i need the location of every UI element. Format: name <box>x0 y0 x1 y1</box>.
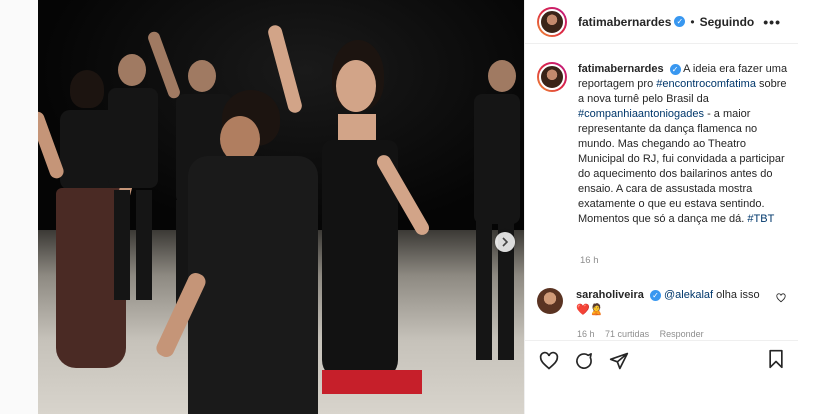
caption-avatar[interactable] <box>537 62 567 92</box>
page-margin-right <box>798 0 828 414</box>
header-username[interactable]: fatimabernardes <box>578 15 671 29</box>
hashtag-link[interactable]: #companhiaantoniogades <box>578 108 704 120</box>
post-side-panel: fatimabernardes ✓ • Seguindo ••• fatimab… <box>524 0 799 414</box>
comment-likes[interactable]: 71 curtidas <box>605 329 649 339</box>
comment-username[interactable]: saraholiveira <box>576 289 644 301</box>
verified-badge-icon: ✓ <box>649 289 661 301</box>
comment-avatar[interactable] <box>537 288 563 314</box>
header-avatar[interactable] <box>537 6 567 37</box>
comment-emoji: ❤️🙎 <box>576 304 604 316</box>
chevron-right-icon <box>502 237 509 247</box>
share-icon[interactable] <box>607 349 631 373</box>
comment-mention[interactable]: @alekalaf <box>664 289 713 301</box>
bookmark-icon[interactable] <box>766 348 786 375</box>
hashtag-link[interactable]: #encontrocomfatima <box>656 78 756 90</box>
comment-time[interactable]: 16 h <box>577 329 595 339</box>
heart-icon[interactable] <box>537 349 561 373</box>
dancer-right <box>458 40 524 370</box>
reply-button[interactable]: Responder <box>660 329 704 339</box>
dancer-center-woman <box>266 23 432 414</box>
caption-timestamp[interactable]: 16 h <box>580 255 599 266</box>
verified-badge-icon: ✓ <box>674 16 686 27</box>
caption-username[interactable]: fatimabernardes <box>578 63 664 75</box>
comment-item: saraholiveira ✓ @alekalaf olha isso ❤️🙎 <box>537 288 799 318</box>
post-caption: fatimabernardes ✓ A ideia era fazer uma … <box>537 62 793 227</box>
action-bar <box>525 340 799 380</box>
comment-body: olha isso <box>716 289 760 301</box>
caption-text: fatimabernardes ✓ A ideia era fazer uma … <box>578 62 793 227</box>
hashtag-link[interactable]: #TBT <box>747 213 774 225</box>
verified-badge-icon: ✓ <box>669 63 681 75</box>
comment-meta: 16 h 71 curtidas Responder <box>577 329 712 339</box>
more-options-icon[interactable]: ••• <box>763 14 781 30</box>
post-photo[interactable] <box>38 0 524 414</box>
header-separator: • <box>690 14 695 29</box>
comment-like-icon[interactable] <box>776 293 786 306</box>
comment-text: saraholiveira ✓ @alekalaf olha isso ❤️🙎 <box>576 288 771 318</box>
following-button[interactable]: Seguindo <box>700 15 755 29</box>
caption-text-part3: - a maior representante da dança flamenc… <box>578 108 785 225</box>
next-photo-button[interactable] <box>495 232 515 252</box>
post-header: fatimabernardes ✓ • Seguindo ••• <box>525 0 799 44</box>
comment-icon[interactable] <box>572 349 596 373</box>
